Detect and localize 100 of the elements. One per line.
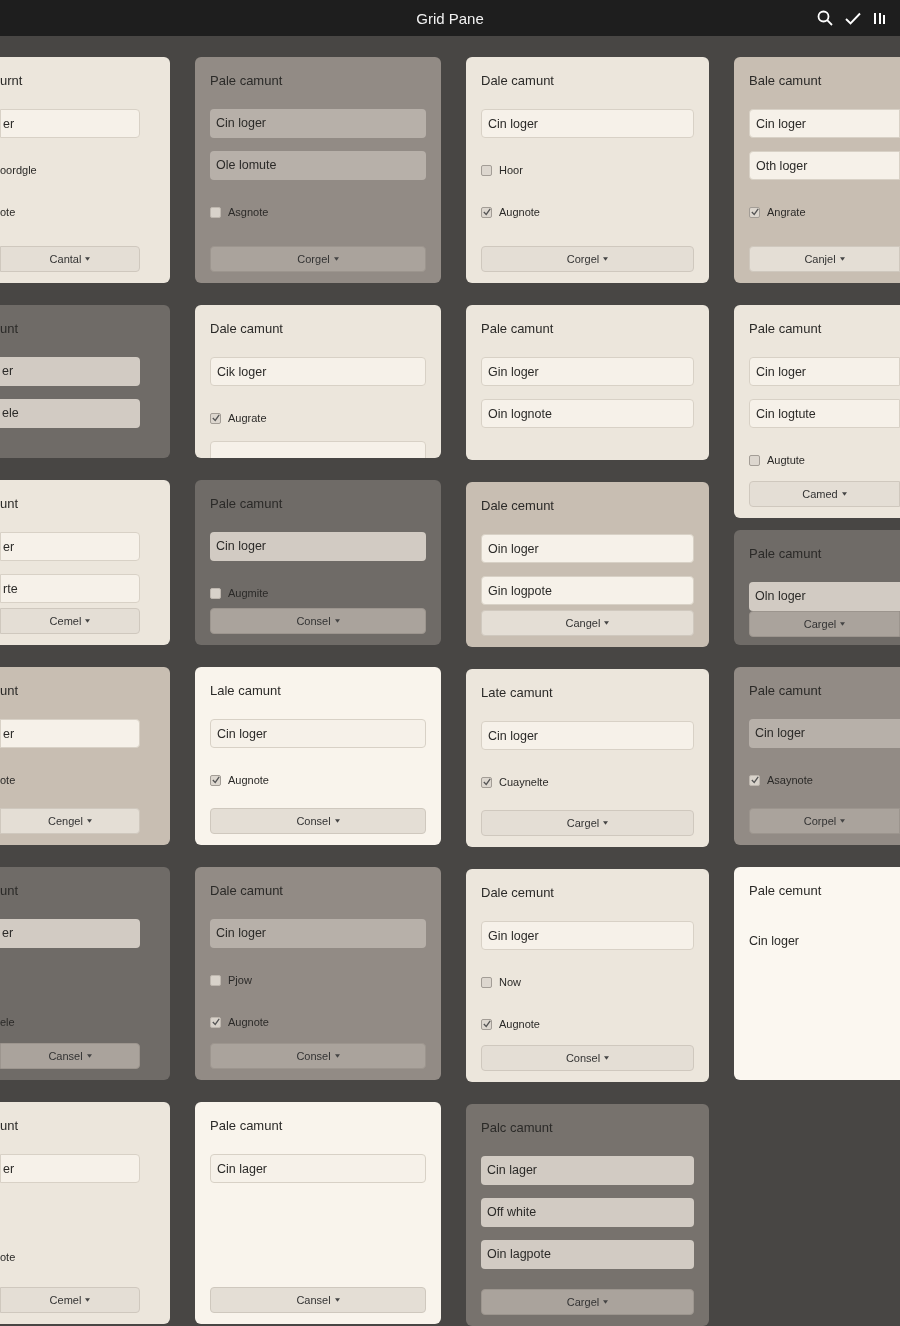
input-field[interactable]: er (0, 532, 140, 561)
input-field[interactable]: rte (0, 574, 140, 603)
checkbox[interactable] (481, 206, 492, 218)
caret-icon (841, 492, 847, 496)
checkbox-label: Augnote (228, 1016, 269, 1028)
checkmark-icon[interactable] (845, 11, 861, 25)
label-text: oordgle (0, 163, 38, 178)
input-field[interactable]: Ole lomute (210, 151, 426, 180)
input-field[interactable]: er (0, 357, 140, 386)
input-field[interactable]: Cin loger (210, 919, 426, 948)
checkbox[interactable] (210, 774, 221, 786)
input-field[interactable]: Cin loger (210, 109, 426, 138)
checkbox[interactable] (210, 974, 221, 986)
card-title: Palc camunt (481, 1119, 554, 1137)
input-field[interactable]: Oin lagpote (481, 1240, 694, 1269)
checkbox[interactable] (749, 454, 760, 466)
input-field[interactable]: Cin loger (210, 532, 426, 561)
dropdown-button[interactable]: Corgel (481, 246, 694, 272)
checkbox[interactable] (481, 776, 492, 788)
input-field[interactable]: Cik loger (210, 357, 426, 386)
input-field[interactable]: Cin loger (481, 109, 694, 138)
input-field[interactable]: Oln loger (749, 582, 900, 611)
dropdown-button[interactable]: Consel (481, 1045, 694, 1071)
checkbox[interactable] (481, 976, 492, 988)
window-title: Grid Pane (416, 9, 484, 27)
input-field[interactable]: Gin loger (481, 921, 694, 950)
label-text: ele (0, 1015, 16, 1030)
input-field[interactable]: Cin loger (749, 357, 900, 386)
checkbox-label: Now (499, 976, 521, 988)
dropdown-button[interactable]: Cengel (0, 808, 140, 834)
dropdown-button[interactable]: Cargel (749, 611, 900, 637)
input-field[interactable]: Cin logtute (749, 399, 900, 428)
card-title: unt (0, 1117, 20, 1135)
input-field[interactable]: Oin loger (481, 534, 694, 563)
dropdown-button[interactable]: Cantal (0, 246, 140, 272)
input-field[interactable]: Cin loger (481, 721, 694, 750)
checkbox[interactable] (210, 412, 221, 424)
label-text: ote (0, 773, 17, 788)
card-title: unt (0, 682, 20, 700)
dropdown-button[interactable]: Corpel (749, 808, 900, 834)
dropdown-button[interactable]: Consel (210, 1043, 426, 1069)
dropdown-button[interactable]: Camed (749, 481, 900, 507)
dropdown-button[interactable]: Cansel (210, 1287, 426, 1313)
search-icon[interactable] (817, 10, 833, 26)
label-text: Cin loger (749, 933, 801, 950)
checkbox-label: Pjow (228, 974, 252, 986)
caret-icon (603, 257, 609, 261)
card-title: Dale cemunt (481, 497, 555, 515)
caret-icon (839, 257, 845, 261)
input-field[interactable]: ele (0, 399, 140, 428)
card-title: Pale camunt (749, 320, 823, 338)
dropdown-button[interactable]: Cangel (481, 610, 694, 636)
input-field[interactable]: Cin lager (210, 1154, 426, 1183)
columns-icon[interactable] (873, 11, 886, 25)
card-title: Pale cemunt (749, 882, 823, 900)
input-field[interactable]: Oth loger (749, 151, 900, 180)
dropdown-button[interactable]: Cemel (0, 608, 140, 634)
checkbox[interactable] (210, 587, 221, 599)
input-field[interactable]: er (0, 919, 140, 948)
checkbox[interactable] (481, 164, 492, 176)
input-field[interactable]: Cin loger (749, 109, 900, 138)
caret-icon (86, 819, 92, 823)
dropdown-button[interactable]: Corgel (210, 246, 426, 272)
input-field[interactable]: Oin lognote (481, 399, 694, 428)
checkbox[interactable] (210, 1016, 221, 1028)
input-field[interactable]: Cin loger (210, 719, 426, 748)
card-title: unt (0, 495, 20, 513)
card-title: unt (0, 882, 20, 900)
input-field[interactable]: Cin lager (481, 1156, 694, 1185)
dropdown-button[interactable]: Cansel (0, 1043, 140, 1069)
dropdown-button[interactable]: Canjel (749, 246, 900, 272)
card-title: Late camunt (481, 684, 554, 702)
caret-icon (840, 622, 846, 626)
checkbox[interactable] (481, 1018, 492, 1030)
card-title: unt (0, 320, 20, 338)
checkbox-label: Augrate (228, 412, 267, 424)
card-title: Dale camunt (481, 72, 555, 90)
input-field[interactable]: Off white (481, 1198, 694, 1227)
checkbox-label: Augnote (228, 774, 269, 786)
checkbox[interactable] (210, 206, 221, 218)
caret-icon (334, 1054, 340, 1058)
input-field[interactable]: er (0, 1154, 140, 1183)
dropdown-button[interactable]: Consel (210, 808, 426, 834)
input-field[interactable]: er (0, 719, 140, 748)
input-field[interactable]: Gin loger (481, 357, 694, 386)
dropdown-button[interactable]: Consel (210, 608, 426, 634)
caret-icon (85, 257, 91, 261)
checkbox[interactable] (749, 774, 760, 786)
dropdown-button[interactable]: Cargel (481, 1289, 694, 1315)
input-field[interactable]: Gin logpote (481, 576, 694, 605)
caret-icon (603, 1300, 609, 1304)
card-title: Dale camunt (210, 320, 284, 338)
checkbox-label: Asaynote (767, 774, 813, 786)
dropdown-button[interactable]: Cargel (481, 810, 694, 836)
checkbox[interactable] (749, 206, 760, 218)
card-title: urnt (0, 72, 24, 90)
dropdown-button[interactable]: Cemel (0, 1287, 140, 1313)
card-title: Dale cemunt (481, 884, 555, 902)
input-field[interactable]: er (0, 109, 140, 138)
input-field[interactable]: Cin loger (749, 719, 900, 748)
